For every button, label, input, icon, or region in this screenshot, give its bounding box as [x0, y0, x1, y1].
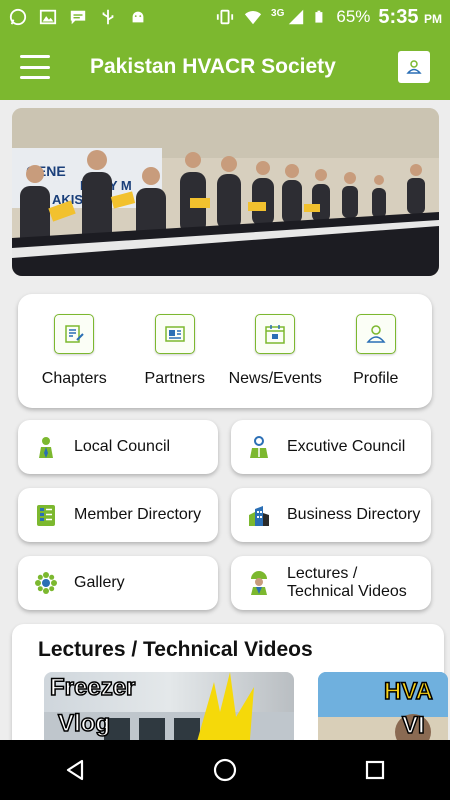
profile-icon	[355, 314, 396, 354]
app-bar: Pakistan HVACR Society	[0, 34, 450, 100]
chapters-icon	[54, 314, 95, 354]
wifi-icon	[244, 11, 262, 25]
profile-quick-button[interactable]: Profile	[328, 314, 424, 388]
partners-icon	[154, 314, 195, 354]
business-directory-label: Business Directory	[287, 506, 421, 523]
executive-council-button[interactable]: Excutive Council	[231, 420, 431, 474]
profile-button[interactable]	[398, 51, 430, 83]
banner-image[interactable]: GENE BODY M AKIS	[12, 108, 439, 276]
usb-icon	[102, 9, 114, 25]
member-directory-icon	[34, 502, 58, 528]
vibrate-icon	[216, 9, 234, 25]
local-council-icon	[34, 434, 58, 460]
video-title-line1: HVA	[383, 677, 433, 706]
executive-council-label: Excutive Council	[287, 438, 406, 455]
battery-icon	[315, 10, 323, 23]
back-icon	[66, 759, 84, 781]
business-directory-icon	[247, 502, 271, 528]
gallery-label: Gallery	[74, 574, 125, 591]
meeting-photo: GENE BODY M AKIS	[12, 108, 439, 276]
quick-links-card: Chapters Partners News/Events Profile	[18, 294, 432, 408]
clock: 5:35 PM	[378, 5, 442, 28]
local-council-label: Local Council	[74, 438, 171, 455]
home-button[interactable]	[195, 750, 255, 790]
system-navigation-bar	[0, 740, 450, 800]
hamburger-menu-icon[interactable]	[20, 55, 50, 79]
video-title-line2: Vlog	[57, 709, 111, 738]
profile-label: Profile	[353, 370, 399, 387]
profile-icon	[406, 60, 422, 74]
recents-button[interactable]	[345, 750, 405, 790]
back-button[interactable]	[45, 750, 105, 790]
lectures-videos-label: Lectures / Technical Videos	[287, 565, 407, 600]
message-icon	[70, 10, 86, 25]
executive-council-icon	[247, 434, 271, 460]
news-events-label: News/Events	[228, 370, 322, 387]
lectures-section: Lectures / Technical Videos Freezer Vlog…	[12, 624, 448, 754]
lectures-videos-button[interactable]: Lectures / Technical Videos	[231, 556, 431, 610]
news-events-icon	[255, 314, 296, 354]
home-icon	[213, 758, 237, 782]
business-directory-button[interactable]: Business Directory	[231, 488, 431, 542]
network-type: 3G	[271, 7, 285, 19]
partners-button[interactable]: Partners	[127, 314, 223, 388]
battery-percent: 65%	[336, 7, 371, 26]
video-title-line1: Freezer	[49, 673, 136, 702]
local-council-button[interactable]: Local Council	[18, 420, 218, 474]
member-directory-button[interactable]: Member Directory	[18, 488, 218, 542]
chapters-button[interactable]: Chapters	[26, 314, 122, 388]
chapters-label: Chapters	[41, 370, 107, 387]
member-directory-label: Member Directory	[74, 506, 202, 523]
signal-icon	[289, 9, 304, 25]
recents-icon	[365, 760, 385, 780]
partners-label: Partners	[144, 370, 205, 387]
gallery-icon	[34, 570, 58, 596]
app-title: Pakistan HVACR Society	[90, 55, 336, 78]
gallery-button[interactable]: Gallery	[18, 556, 218, 610]
lectures-icon	[247, 570, 271, 596]
news-events-button[interactable]: News/Events	[227, 314, 323, 388]
image-icon	[39, 9, 57, 25]
whatsapp-icon	[9, 8, 27, 26]
section-title: Lectures / Technical Videos	[38, 638, 313, 661]
status-bar: 3G 65% 5:35 PM	[0, 0, 450, 34]
android-debug-icon	[132, 11, 144, 23]
video-title-line2: VI	[401, 711, 425, 740]
